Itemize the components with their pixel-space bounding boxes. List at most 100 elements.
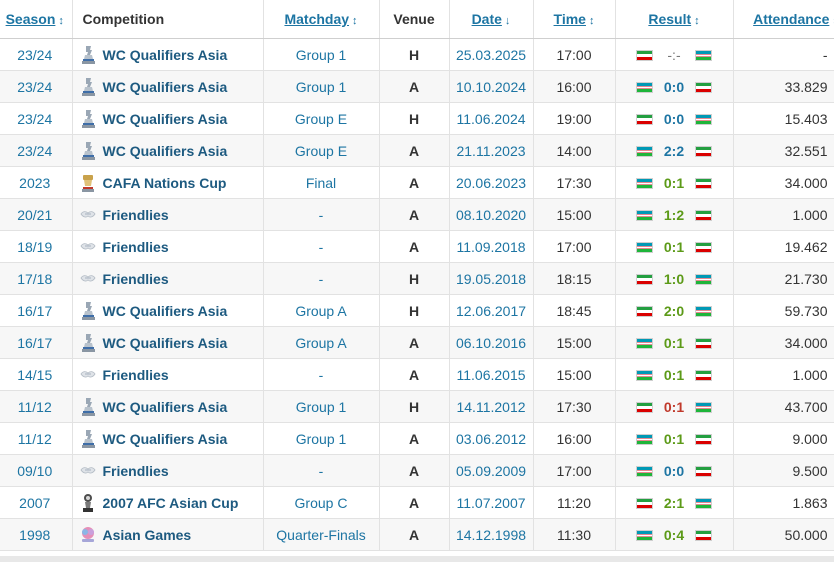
iran-flag-icon <box>695 209 712 221</box>
attendance-value: 1.000 <box>733 358 834 391</box>
matchday-link[interactable]: Group E <box>263 134 380 167</box>
wc-qualifiers-icon[interactable] <box>79 301 97 321</box>
match-result-link[interactable]: 0:0 <box>653 463 695 479</box>
competition-link[interactable]: WC Qualifiers Asia <box>103 303 228 319</box>
season-link[interactable]: 17/18 <box>0 262 73 295</box>
match-result-link[interactable]: 2:0 <box>653 303 695 319</box>
season-link[interactable]: 23/24 <box>0 70 73 103</box>
wc-qualifiers-icon[interactable] <box>79 109 97 129</box>
matchday-link[interactable]: - <box>263 198 380 231</box>
competition-link[interactable]: WC Qualifiers Asia <box>103 335 228 351</box>
wc-qualifiers-icon[interactable] <box>79 45 97 65</box>
competition-link[interactable]: 2007 AFC Asian Cup <box>103 495 239 511</box>
sort-result-header[interactable]: Result ↕ <box>615 0 734 39</box>
asian-games-icon[interactable] <box>79 525 97 545</box>
matchday-link[interactable]: - <box>263 262 380 295</box>
season-link[interactable]: 23/24 <box>0 38 73 71</box>
competition-link[interactable]: WC Qualifiers Asia <box>103 111 228 127</box>
friendlies-icon[interactable] <box>79 205 97 225</box>
venue-header: Venue <box>379 0 450 39</box>
sort-matchday-header[interactable]: Matchday ↕ <box>263 0 380 39</box>
matchday-link[interactable]: Group 1 <box>263 70 380 103</box>
season-link[interactable]: 16/17 <box>0 294 73 327</box>
matchday-link[interactable]: Group A <box>263 294 380 327</box>
season-link[interactable]: 11/12 <box>0 422 73 455</box>
matchday-link[interactable]: Group A <box>263 326 380 359</box>
match-result-link[interactable]: 0:0 <box>653 111 695 127</box>
competition-link[interactable]: Friendlies <box>103 367 169 383</box>
sort-date-header[interactable]: Date ↓ <box>449 0 534 39</box>
horizontal-scrollbar[interactable] <box>0 556 834 562</box>
uzbekistan-flag-icon <box>636 81 653 93</box>
sort-attendance-header[interactable]: Attendance↕ <box>733 0 834 39</box>
match-result-link[interactable]: 2:1 <box>653 495 695 511</box>
sort-time-header[interactable]: Time ↕ <box>533 0 616 39</box>
season-link[interactable]: 23/24 <box>0 134 73 167</box>
match-result-link[interactable]: -:- <box>653 47 695 63</box>
time-value: 15:00 <box>533 198 616 231</box>
friendlies-icon[interactable] <box>79 237 97 257</box>
season-link[interactable]: 2023 <box>0 166 73 199</box>
match-result-link[interactable]: 0:1 <box>653 335 695 351</box>
iran-flag-icon <box>636 49 653 61</box>
wc-qualifiers-icon[interactable] <box>79 141 97 161</box>
season-link[interactable]: 20/21 <box>0 198 73 231</box>
season-link[interactable]: 2007 <box>0 486 73 519</box>
match-result-link[interactable]: 1:0 <box>653 271 695 287</box>
matchday-link[interactable]: Group 1 <box>263 422 380 455</box>
wc-qualifiers-icon[interactable] <box>79 397 97 417</box>
matchday-link[interactable]: - <box>263 230 380 263</box>
attendance-value: 1.863 <box>733 486 834 519</box>
season-link[interactable]: 16/17 <box>0 326 73 359</box>
season-link[interactable]: 18/19 <box>0 230 73 263</box>
match-result-link[interactable]: 0:1 <box>653 431 695 447</box>
match-result-link[interactable]: 0:1 <box>653 367 695 383</box>
season-link[interactable]: 23/24 <box>0 102 73 135</box>
match-result-link[interactable]: 0:4 <box>653 527 695 543</box>
matchday-link[interactable]: Final <box>263 166 380 199</box>
matchday-link[interactable]: - <box>263 454 380 487</box>
matchday-link[interactable]: Group 1 <box>263 38 380 71</box>
iran-flag-icon <box>695 529 712 541</box>
season-link[interactable]: 14/15 <box>0 358 73 391</box>
competition-link[interactable]: WC Qualifiers Asia <box>103 399 228 415</box>
date-value: 19.05.2018 <box>449 262 534 295</box>
time-value: 17:30 <box>533 166 616 199</box>
competition-link[interactable]: Friendlies <box>103 463 169 479</box>
wc-qualifiers-icon[interactable] <box>79 333 97 353</box>
matchday-link[interactable]: Quarter-Finals <box>263 518 380 551</box>
competition-link[interactable]: WC Qualifiers Asia <box>103 143 228 159</box>
friendlies-icon[interactable] <box>79 461 97 481</box>
matchday-link[interactable]: Group 1 <box>263 390 380 423</box>
matchday-link[interactable]: - <box>263 358 380 391</box>
season-link[interactable]: 11/12 <box>0 390 73 423</box>
competition-link[interactable]: Friendlies <box>103 271 169 287</box>
wc-qualifiers-icon[interactable] <box>79 77 97 97</box>
competition-link[interactable]: Friendlies <box>103 207 169 223</box>
match-result-link[interactable]: 0:0 <box>653 79 695 95</box>
afc-asian-cup-icon[interactable] <box>79 493 97 513</box>
season-link[interactable]: 09/10 <box>0 454 73 487</box>
competition-link[interactable]: WC Qualifiers Asia <box>103 79 228 95</box>
sort-season-header[interactable]: Season ↕ <box>0 0 73 39</box>
friendlies-icon[interactable] <box>79 269 97 289</box>
competition-link[interactable]: CAFA Nations Cup <box>103 175 227 191</box>
competition-link[interactable]: WC Qualifiers Asia <box>103 431 228 447</box>
attendance-value: 34.000 <box>733 166 834 199</box>
attendance-value: 33.829 <box>733 70 834 103</box>
match-result-link[interactable]: 0:1 <box>653 239 695 255</box>
result-cell: 1:0 <box>615 262 734 295</box>
match-result-link[interactable]: 1:2 <box>653 207 695 223</box>
match-result-link[interactable]: 2:2 <box>653 143 695 159</box>
competition-link[interactable]: Asian Games <box>103 527 192 543</box>
matchday-link[interactable]: Group C <box>263 486 380 519</box>
matchday-link[interactable]: Group E <box>263 102 380 135</box>
season-link[interactable]: 1998 <box>0 518 73 551</box>
match-result-link[interactable]: 0:1 <box>653 399 695 415</box>
match-result-link[interactable]: 0:1 <box>653 175 695 191</box>
friendlies-icon[interactable] <box>79 365 97 385</box>
wc-qualifiers-icon[interactable] <box>79 429 97 449</box>
competition-link[interactable]: Friendlies <box>103 239 169 255</box>
competition-link[interactable]: WC Qualifiers Asia <box>103 47 228 63</box>
cafa-cup-icon[interactable] <box>79 173 97 193</box>
